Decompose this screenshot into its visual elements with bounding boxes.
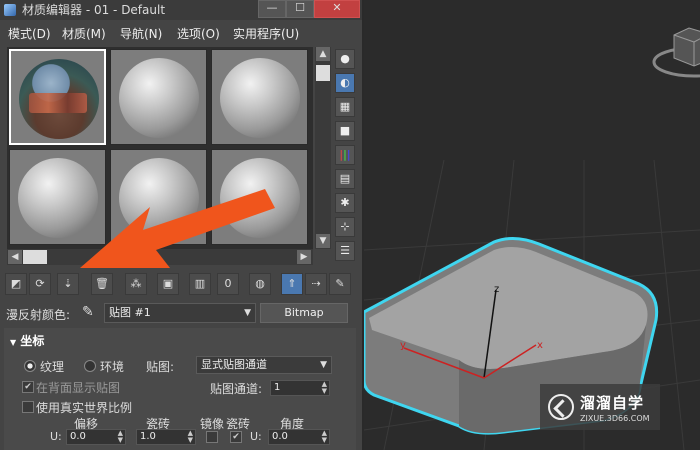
tutorial-arrow — [80, 189, 275, 268]
brand-name: 溜溜自学 — [580, 394, 645, 412]
brand-logo-icon — [548, 394, 574, 420]
orange-arrow-icon — [80, 189, 275, 268]
logo-mark — [553, 399, 572, 418]
brand-site: ZIXUE.3D66.COM — [580, 414, 650, 423]
watermark: 溜溜自学 ZIXUE.3D66.COM — [540, 384, 660, 430]
